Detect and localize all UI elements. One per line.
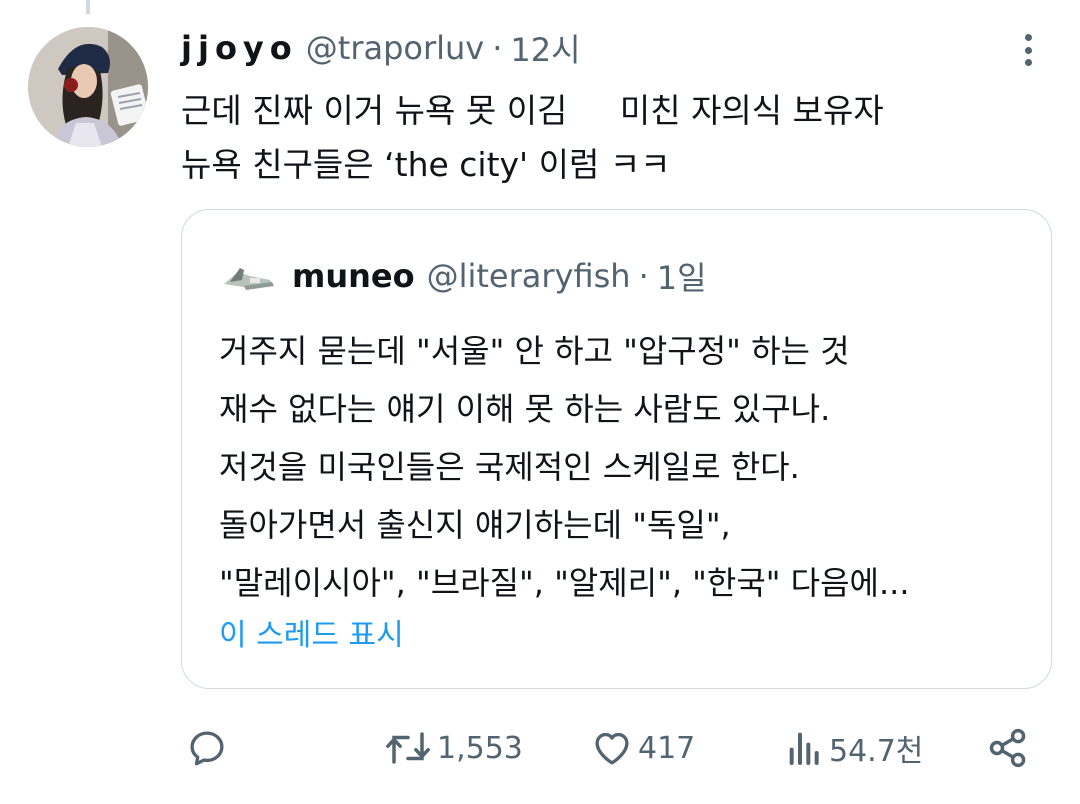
reply-icon	[190, 731, 224, 766]
show-thread-link[interactable]: 이 스레드 표시	[219, 610, 404, 654]
share-icon	[989, 728, 1026, 768]
quoted-tweet-card[interactable]: muneo @literaryfish · 1일 거주지 묻는데 "서울" 안 …	[181, 209, 1052, 689]
retweet-icon	[386, 732, 430, 764]
reply-button[interactable]	[186, 720, 228, 776]
timestamp[interactable]: 12시	[510, 25, 580, 71]
share-button[interactable]	[986, 720, 1030, 776]
views-count: 54.7천	[829, 734, 924, 769]
retweet-button[interactable]: 1,553	[383, 720, 523, 776]
quoted-text-line: 돌아가면서 출신지 얘기하는데 "독일",	[219, 506, 731, 544]
quoted-timestamp[interactable]: 1일	[657, 253, 707, 299]
heart-icon	[595, 732, 629, 765]
tweet-text-line: 뉴욕 친구들은 ‘the city' 이럼 ㅋㅋ	[181, 145, 671, 184]
more-options-icon[interactable]	[1010, 30, 1046, 70]
tweet-header: jjoyo @traporluv · 12시	[181, 26, 581, 70]
tweet-text: 근데 진짜 이거 뉴욕 못 이김 미친 자의식 보유자 뉴욕 친구들은 ‘the…	[181, 84, 884, 192]
quoted-avatar[interactable]	[220, 258, 276, 294]
retweet-count: 1,553	[437, 730, 523, 766]
quoted-text-line: 재수 없다는 얘기 이해 못 하는 사람도 있구나.	[219, 390, 831, 428]
avatar[interactable]	[28, 27, 148, 147]
like-count: 417	[638, 730, 696, 766]
views-icon	[789, 732, 819, 765]
quoted-text-line: 거주지 묻는데 "서울" 안 하고 "압구정" 하는 것	[219, 332, 850, 370]
user-handle[interactable]: @traporluv	[306, 29, 484, 67]
quoted-handle[interactable]: @literaryfish	[427, 257, 631, 295]
views-button[interactable]: 54.7천	[785, 720, 923, 776]
quoted-text-line: 저것을 미국인들은 국제적인 스케일로 한다.	[219, 448, 800, 486]
quoted-meta-separator: ·	[638, 257, 649, 295]
tweet-text-line: 근데 진짜 이거 뉴욕 못 이김 미친 자의식 보유자	[181, 91, 884, 130]
action-bar: 1,553 417 54.7천	[0, 720, 1080, 776]
thread-connector-line	[86, 0, 90, 14]
meta-separator: ·	[492, 29, 503, 67]
like-button[interactable]: 417	[590, 720, 695, 776]
quoted-header: muneo @literaryfish · 1일	[292, 254, 707, 298]
quoted-text-line: "말레이시아", "브라질", "알제리", "한국" 다음에...	[219, 564, 910, 602]
quoted-display-name[interactable]: muneo	[292, 257, 415, 295]
quoted-text: 거주지 묻는데 "서울" 안 하고 "압구정" 하는 것 재수 없다는 얘기 이…	[219, 322, 910, 612]
display-name[interactable]: jjoyo	[181, 29, 298, 67]
avatar-image	[28, 27, 148, 147]
